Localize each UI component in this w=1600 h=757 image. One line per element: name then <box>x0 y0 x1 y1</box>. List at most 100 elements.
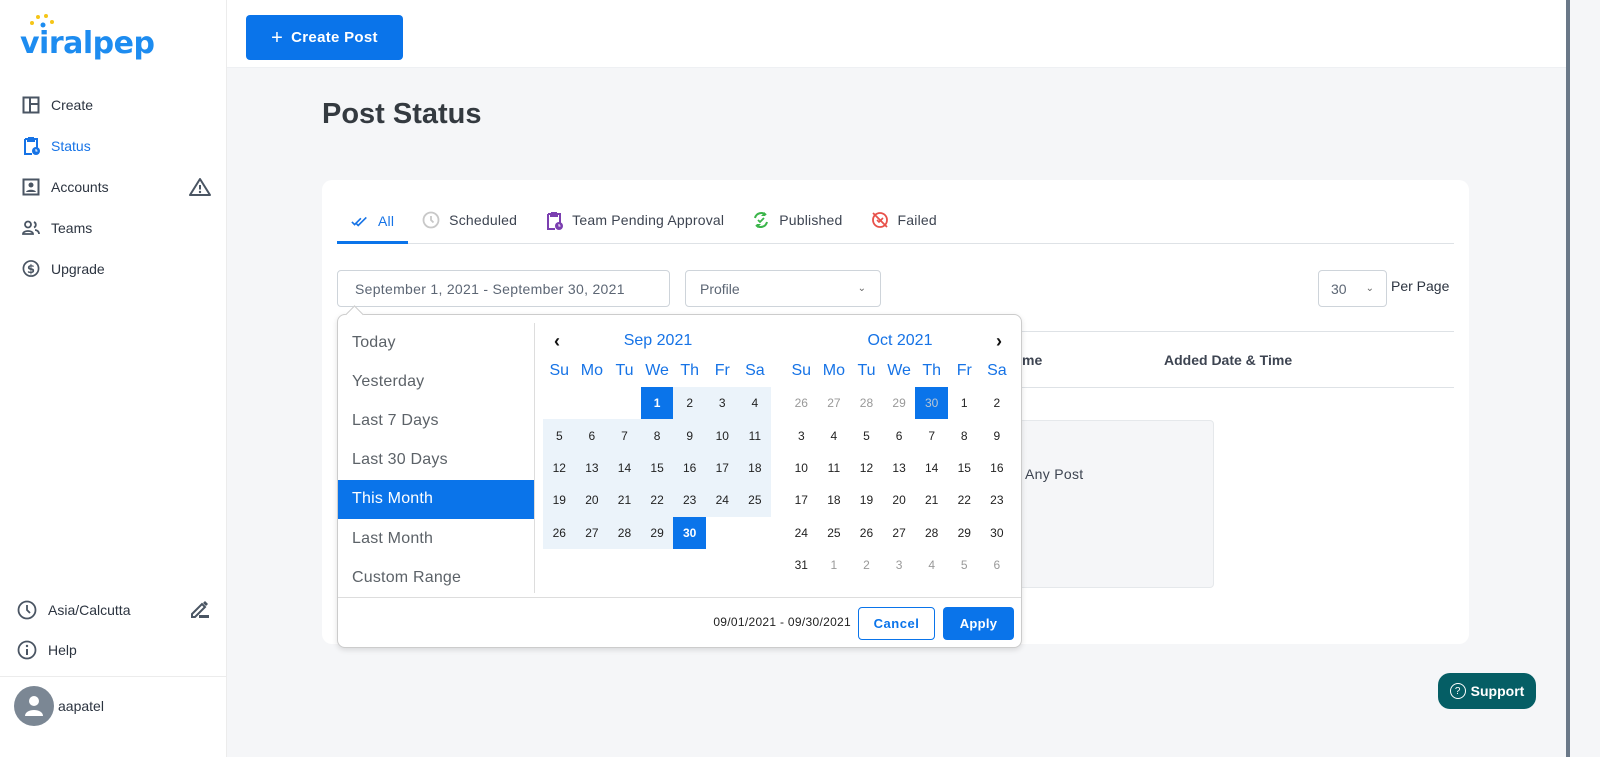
calendar-day[interactable]: 20 <box>575 484 609 517</box>
edit-icon[interactable] <box>189 599 211 619</box>
calendar-day[interactable]: 5 <box>948 549 981 581</box>
calendar-day[interactable]: 15 <box>640 451 674 485</box>
calendar-day[interactable]: 16 <box>981 452 1014 484</box>
calendar-day[interactable]: 4 <box>818 419 851 451</box>
scrollbar[interactable] <box>1566 0 1600 757</box>
calendar-day[interactable]: 13 <box>575 451 609 485</box>
apply-button[interactable]: Apply <box>943 607 1014 640</box>
calendar-day[interactable]: 8 <box>640 419 674 452</box>
chevron-right-icon[interactable]: › <box>989 329 1009 353</box>
calendar-day[interactable]: 30 <box>981 517 1014 549</box>
calendar-day[interactable]: 28 <box>608 516 641 549</box>
timezone-item[interactable]: Asia/Calcutta <box>0 590 227 630</box>
calendar-day[interactable]: 24 <box>785 517 818 549</box>
calendar-day[interactable]: 4 <box>738 387 772 420</box>
scrollbar-thumb[interactable] <box>1566 0 1570 757</box>
calendar-day[interactable]: 14 <box>608 451 641 485</box>
range-option[interactable]: Last 7 Days <box>338 401 534 440</box>
range-option[interactable]: Yesterday <box>338 362 534 401</box>
help-item[interactable]: Help <box>0 630 227 670</box>
sidebar-item-upgrade[interactable]: $ Upgrade <box>0 248 227 289</box>
calendar-day[interactable]: 25 <box>818 517 851 549</box>
date-range-input[interactable]: September 1, 2021 - September 30, 2021 <box>337 270 670 307</box>
tab-all[interactable]: All <box>337 198 409 244</box>
calendar-day[interactable]: 2 <box>673 387 706 420</box>
calendar-day[interactable]: 18 <box>818 484 851 516</box>
warning-icon[interactable] <box>189 177 211 197</box>
calendar-day[interactable]: 25 <box>738 484 772 517</box>
calendar-day[interactable]: 26 <box>785 387 818 419</box>
range-option[interactable]: Last Month <box>338 519 534 558</box>
logo[interactable]: viralpep <box>20 14 155 61</box>
calendar-day[interactable]: 15 <box>948 452 981 484</box>
calendar-day[interactable]: 29 <box>640 516 674 549</box>
sidebar-item-status[interactable]: Status <box>0 125 227 166</box>
calendar-day[interactable]: 18 <box>738 451 772 485</box>
column-header[interactable]: Added Date & Time <box>1164 352 1292 368</box>
calendar-day[interactable]: 22 <box>640 484 674 517</box>
calendar-day[interactable]: 3 <box>785 419 818 451</box>
calendar-day[interactable]: 10 <box>785 452 818 484</box>
calendar-day[interactable]: 27 <box>818 387 851 419</box>
calendar-day[interactable]: 17 <box>785 484 818 516</box>
calendar-day[interactable]: 20 <box>883 484 916 516</box>
calendar-day[interactable]: 2 <box>981 387 1014 419</box>
calendar-day[interactable]: 23 <box>673 484 706 517</box>
tab-scheduled[interactable]: Scheduled <box>408 198 531 242</box>
calendar-day[interactable]: 24 <box>705 484 739 517</box>
calendar-day[interactable]: 2 <box>850 549 883 581</box>
calendar-day[interactable]: 31 <box>785 549 818 581</box>
calendar-day[interactable]: 10 <box>705 419 739 452</box>
calendar-day[interactable]: 7 <box>608 419 641 452</box>
calendar-day[interactable]: 21 <box>915 484 948 516</box>
calendar-day[interactable]: 27 <box>883 517 916 549</box>
calendar-day[interactable]: 5 <box>850 419 883 451</box>
calendar-day[interactable]: 11 <box>818 452 851 484</box>
calendar-day[interactable]: 14 <box>915 452 948 484</box>
calendar-day[interactable]: 1 <box>948 387 981 419</box>
calendar-day[interactable]: 29 <box>883 387 916 419</box>
sidebar-item-teams[interactable]: Teams <box>0 207 227 248</box>
calendar-day[interactable]: 12 <box>543 451 576 485</box>
create-post-button[interactable]: + Create Post <box>246 15 403 60</box>
calendar-day[interactable]: 8 <box>948 419 981 451</box>
sidebar-item-accounts[interactable]: Accounts <box>0 166 227 207</box>
calendar-day[interactable]: 5 <box>543 419 576 452</box>
tab-failed[interactable]: Failed <box>857 198 951 242</box>
calendar-day[interactable]: 30 <box>673 516 706 549</box>
tab-team-pending-approval[interactable]: Team Pending Approval <box>531 198 738 242</box>
calendar-day[interactable]: 11 <box>738 419 772 452</box>
calendar-day[interactable]: 3 <box>883 549 916 581</box>
calendar-day[interactable]: 7 <box>915 419 948 451</box>
calendar-day[interactable]: 12 <box>850 452 883 484</box>
calendar-day[interactable]: 3 <box>705 387 739 420</box>
calendar-day[interactable]: 16 <box>673 451 706 485</box>
cancel-button[interactable]: Cancel <box>858 607 935 640</box>
range-option[interactable]: Today <box>338 323 534 362</box>
calendar-day[interactable]: 17 <box>705 451 739 485</box>
range-option[interactable]: This Month <box>338 479 534 519</box>
calendar-day[interactable]: 27 <box>575 516 609 549</box>
calendar-day[interactable]: 19 <box>850 484 883 516</box>
chevron-left-icon[interactable]: ‹ <box>547 329 567 353</box>
user-profile[interactable]: aapatel <box>14 686 104 726</box>
calendar-day[interactable]: 26 <box>543 516 576 549</box>
calendar-day[interactable]: 13 <box>883 452 916 484</box>
tab-published[interactable]: Published <box>738 198 856 242</box>
calendar-day[interactable]: 6 <box>883 419 916 451</box>
calendar-day[interactable]: 6 <box>575 419 609 452</box>
calendar-day[interactable]: 9 <box>673 419 706 452</box>
calendar-day[interactable]: 28 <box>915 517 948 549</box>
calendar-day[interactable]: 23 <box>981 484 1014 516</box>
calendar-day[interactable]: 6 <box>981 549 1014 581</box>
profile-select[interactable]: Profile ⌄ <box>685 270 881 307</box>
calendar-day[interactable]: 4 <box>915 549 948 581</box>
calendar-day[interactable]: 21 <box>608 484 641 517</box>
calendar-day[interactable]: 19 <box>543 484 576 517</box>
column-header[interactable]: me <box>1022 352 1042 368</box>
calendar-day[interactable]: 30 <box>915 387 948 420</box>
support-button[interactable]: ? Support <box>1438 673 1536 709</box>
calendar-day[interactable]: 29 <box>948 517 981 549</box>
calendar-day[interactable]: 9 <box>981 419 1014 451</box>
calendar-day[interactable]: 26 <box>850 517 883 549</box>
